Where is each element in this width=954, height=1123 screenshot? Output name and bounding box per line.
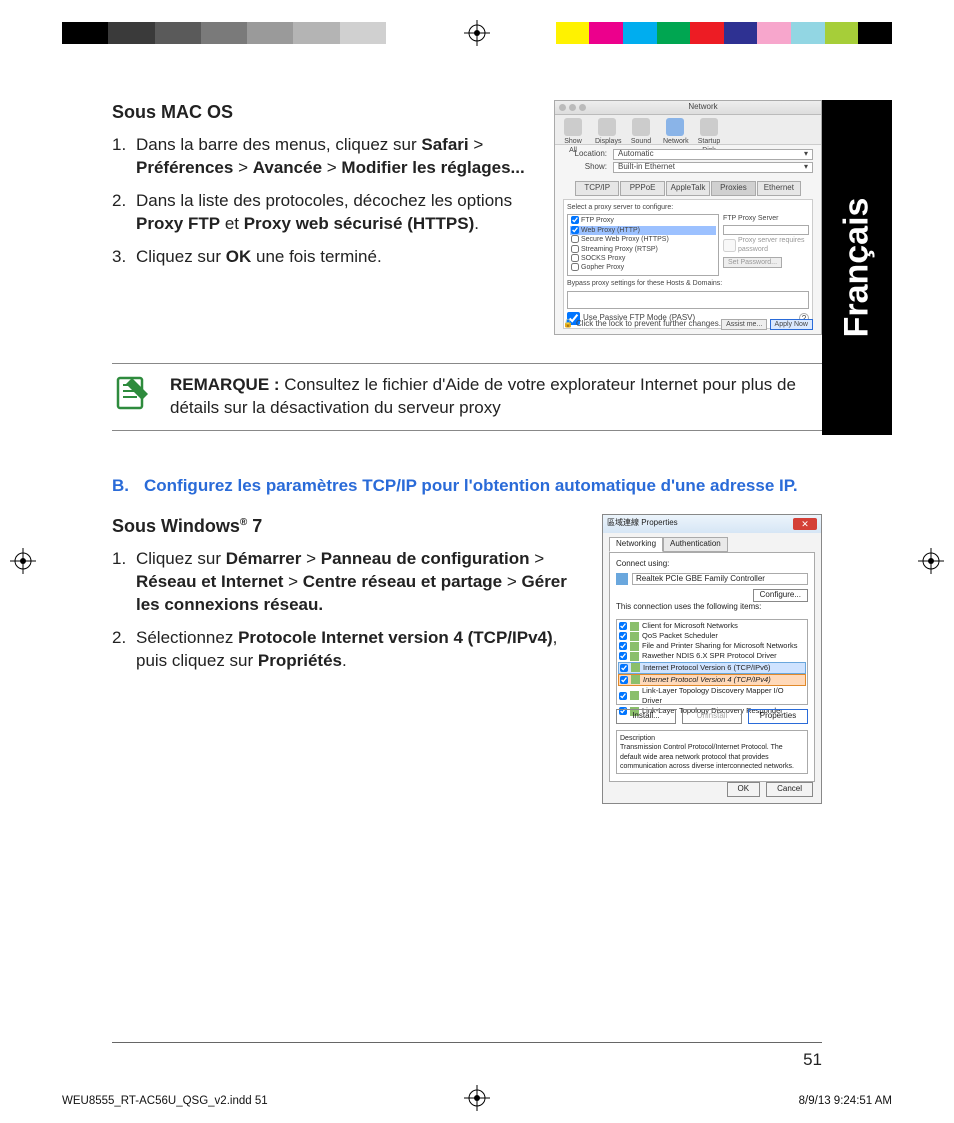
connection-item[interactable]: QoS Packet Scheduler bbox=[618, 631, 806, 641]
win7-step-1: 1. Cliquez sur Démarrer > Panneau de con… bbox=[136, 548, 584, 617]
bypass-hosts-input[interactable] bbox=[567, 291, 809, 309]
macos-heading: Sous MAC OS bbox=[112, 100, 536, 124]
note-icon bbox=[112, 374, 152, 414]
toolbar-item[interactable]: Sound bbox=[629, 118, 653, 141]
set-password-button[interactable]: Set Password... bbox=[723, 257, 782, 268]
assist-button[interactable]: Assist me... bbox=[721, 319, 767, 330]
page-number: 51 bbox=[803, 1050, 822, 1070]
connection-item[interactable]: Client for Microsoft Networks bbox=[618, 621, 806, 631]
close-icon[interactable]: ✕ bbox=[793, 518, 817, 530]
connection-item[interactable]: Rawether NDIS 6.X SPR Protocol Driver bbox=[618, 651, 806, 661]
cancel-button[interactable]: Cancel bbox=[766, 782, 813, 797]
macos-step-2: 2. Dans la liste des protocoles, décoche… bbox=[136, 190, 536, 236]
registration-mark-icon bbox=[464, 20, 490, 46]
language-tab: Français bbox=[822, 100, 892, 435]
note-label: REMARQUE : bbox=[170, 375, 280, 394]
proxy-item[interactable]: FTP Proxy bbox=[570, 216, 716, 225]
show-select[interactable]: Built-in Ethernet▾ bbox=[613, 162, 813, 173]
proxy-item[interactable]: Secure Web Proxy (HTTPS) bbox=[570, 235, 716, 244]
macshot-tab[interactable]: AppleTalk bbox=[666, 181, 710, 196]
adapter-icon bbox=[616, 573, 628, 585]
install-button[interactable]: Install... bbox=[616, 709, 676, 724]
proxy-item[interactable]: Gopher Proxy bbox=[570, 263, 716, 272]
adapter-select[interactable]: Realtek PCIe GBE Family Controller bbox=[632, 573, 808, 585]
note-block: REMARQUE : Consultez le fichier d'Aide d… bbox=[112, 363, 822, 431]
win7-step-2: 2. Sélectionnez Protocole Internet versi… bbox=[136, 627, 584, 673]
connection-item[interactable]: File and Printer Sharing for Microsoft N… bbox=[618, 641, 806, 651]
proxy-item[interactable]: SOCKS Proxy bbox=[570, 254, 716, 263]
connection-item[interactable]: Internet Protocol Version 4 (TCP/IPv4) bbox=[618, 674, 806, 686]
windows-properties-screenshot: 區域連線 Properties✕ Networking Authenticati… bbox=[602, 514, 822, 804]
macos-network-screenshot: Network Show AllDisplaysSoundNetworkStar… bbox=[554, 100, 822, 335]
page-content: Sous MAC OS 1. Dans la barre des menus, … bbox=[112, 100, 822, 804]
properties-button[interactable]: Properties bbox=[748, 709, 808, 724]
toolbar-item[interactable]: Show All bbox=[561, 118, 585, 141]
macos-step-3: 3. Cliquez sur OK une fois terminé. bbox=[136, 246, 536, 269]
print-slug: WEU8555_RT-AC56U_QSG_v2.indd 51 8/9/13 9… bbox=[62, 1095, 892, 1107]
macshot-tab[interactable]: Ethernet bbox=[757, 181, 801, 196]
proxy-item[interactable]: Web Proxy (HTTP) bbox=[570, 226, 716, 235]
toolbar-item[interactable]: Startup Disk bbox=[697, 118, 721, 141]
win7-heading: Sous Windows® 7 bbox=[112, 514, 584, 538]
proxy-item[interactable]: Streaming Proxy (RTSP) bbox=[570, 245, 716, 254]
tab-networking[interactable]: Networking bbox=[609, 537, 663, 552]
toolbar-item[interactable]: Displays bbox=[595, 118, 619, 141]
footer-rule bbox=[112, 1042, 822, 1043]
macshot-tab[interactable]: PPPoE bbox=[620, 181, 664, 196]
apply-now-button[interactable]: Apply Now bbox=[770, 319, 813, 330]
location-select[interactable]: Automatic▾ bbox=[613, 149, 813, 160]
ftp-proxy-server-input[interactable] bbox=[723, 225, 809, 235]
uninstall-button[interactable]: Uninstall bbox=[682, 709, 742, 724]
connection-items-list[interactable]: Client for Microsoft Networks QoS Packet… bbox=[616, 619, 808, 705]
macshot-tab[interactable]: TCP/IP bbox=[575, 181, 619, 196]
lock-icon[interactable]: 🔓 bbox=[563, 319, 573, 330]
macos-step-1: 1. Dans la barre des menus, cliquez sur … bbox=[136, 134, 536, 180]
connection-item[interactable]: Link-Layer Topology Discovery Mapper I/O… bbox=[618, 686, 806, 706]
registration-mark-icon bbox=[918, 548, 944, 574]
language-tab-label: Français bbox=[838, 198, 877, 338]
configure-button[interactable]: Configure... bbox=[753, 589, 808, 602]
macshot-tab[interactable]: Proxies bbox=[711, 181, 755, 196]
connection-item[interactable]: Internet Protocol Version 6 (TCP/IPv6) bbox=[618, 662, 806, 674]
tab-authentication[interactable]: Authentication bbox=[663, 537, 728, 552]
registration-mark-icon bbox=[10, 548, 36, 574]
toolbar-item[interactable]: Network bbox=[663, 118, 687, 141]
section-b-heading: B. Configurez les paramètres TCP/IP pour… bbox=[112, 475, 822, 498]
ok-button[interactable]: OK bbox=[727, 782, 761, 797]
